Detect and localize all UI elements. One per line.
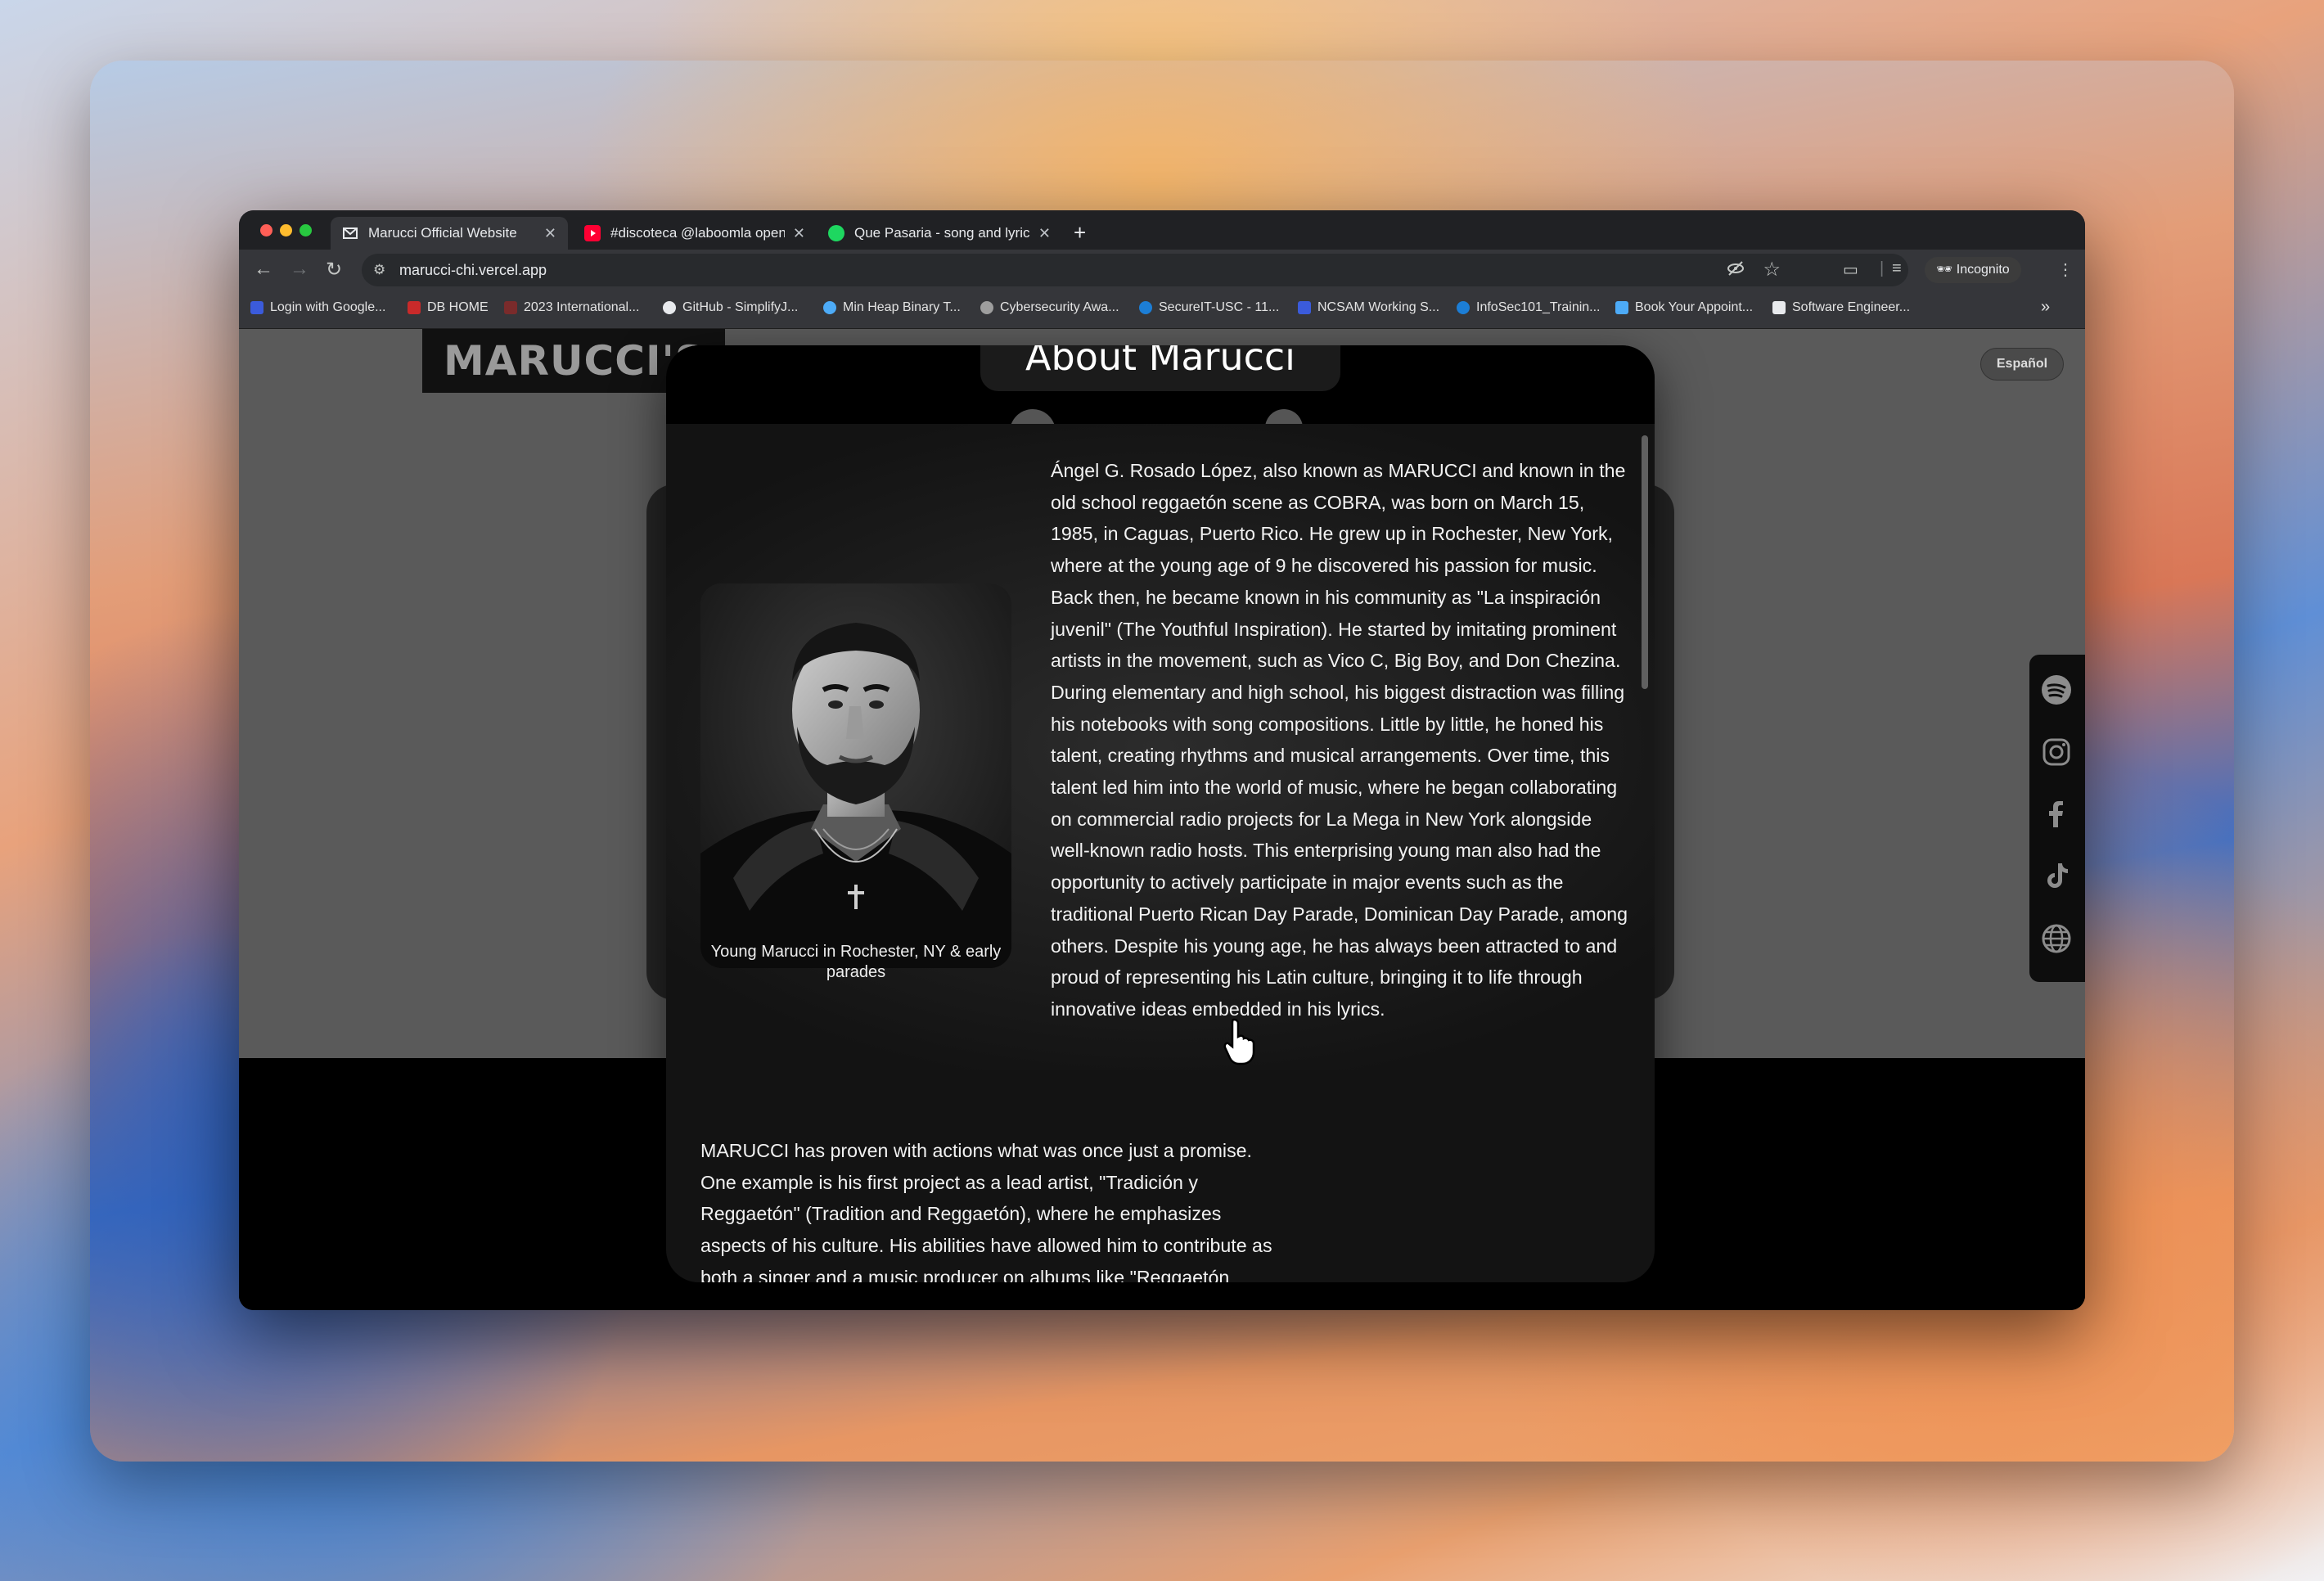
bio-paragraph-1: Ángel G. Rosado López, also known as MAR… bbox=[1051, 460, 1628, 1020]
bookmark-label: Login with Google... bbox=[270, 300, 386, 314]
bookmark-label: GitHub - SimplifyJ... bbox=[682, 300, 799, 314]
social-sidebar bbox=[2029, 655, 2085, 982]
hand-cursor-icon bbox=[1223, 1018, 1255, 1065]
close-window-button[interactable] bbox=[260, 224, 272, 236]
bookmark-favicon bbox=[408, 301, 421, 314]
bookmark-star-icon[interactable]: ☆ bbox=[1763, 258, 1781, 282]
new-tab-button[interactable]: + bbox=[1074, 220, 1086, 245]
more-bookmarks-button[interactable]: » bbox=[2041, 298, 2050, 317]
bookmarks-bar: Login with Google... DB HOME 2023 Intern… bbox=[239, 291, 2085, 329]
bookmark-favicon bbox=[980, 301, 993, 314]
bookmark-item[interactable]: GitHub - SimplifyJ... bbox=[663, 300, 798, 315]
browser-window: Marucci Official Website ✕ #discoteca @l… bbox=[239, 210, 2085, 1310]
bookmark-item[interactable]: DB HOME bbox=[408, 300, 489, 315]
tab-title: Marucci Official Website bbox=[368, 225, 517, 241]
bookmark-label: SecureIT-USC - 11... bbox=[1159, 300, 1280, 314]
artist-photo bbox=[700, 583, 1011, 968]
tiktok-icon[interactable] bbox=[2038, 858, 2075, 895]
close-tab-icon[interactable]: ✕ bbox=[544, 225, 556, 242]
toolbar: ← → ↻ ⚙ marucci-chi.vercel.app ☆ ▭ | ≡ 🕶… bbox=[239, 250, 2085, 291]
bookmark-item[interactable]: Software Engineer... bbox=[1772, 300, 1910, 315]
menu-icon[interactable]: ⋮ bbox=[2057, 259, 2074, 280]
incognito-badge[interactable]: 🕶 Incognito bbox=[1925, 257, 2021, 283]
tab-title: Que Pasaria - song and lyrics bbox=[854, 225, 1030, 241]
tab-discoteca[interactable]: #discoteca @laboomla openi ✕ bbox=[573, 217, 817, 250]
bookmark-item[interactable]: Min Heap Binary T... bbox=[823, 300, 961, 315]
bookmark-item[interactable]: SecureIT-USC - 11... bbox=[1139, 300, 1279, 315]
bio-section: Young Marucci in Rochester, NY & early p… bbox=[666, 424, 1655, 1070]
instagram-icon[interactable] bbox=[2038, 733, 2075, 771]
modal-title: About Marucci bbox=[980, 345, 1340, 391]
incognito-label: Incognito bbox=[1956, 263, 2010, 277]
bookmark-item[interactable]: Login with Google... bbox=[250, 300, 385, 315]
about-modal: About Marucci Young Marucci in Rochester… bbox=[666, 345, 1655, 1282]
close-tab-icon[interactable]: ✕ bbox=[1038, 225, 1051, 242]
youtube-icon bbox=[584, 225, 601, 241]
bookmark-item[interactable]: 2023 International... bbox=[504, 300, 639, 315]
url-text: marucci-chi.vercel.app bbox=[399, 262, 547, 278]
bookmark-item[interactable]: NCSAM Working S... bbox=[1298, 300, 1439, 315]
bookmark-label: NCSAM Working S... bbox=[1317, 300, 1440, 314]
photo-caption: Young Marucci in Rochester, NY & early p… bbox=[710, 943, 1002, 981]
modal-scrollbar[interactable] bbox=[1642, 435, 1648, 689]
close-tab-icon[interactable]: ✕ bbox=[793, 225, 805, 242]
tab-que-pasaria[interactable]: Que Pasaria - song and lyrics ✕ bbox=[817, 217, 1062, 250]
bookmark-favicon bbox=[1298, 301, 1311, 314]
spotify-icon[interactable] bbox=[2038, 671, 2075, 709]
bookmark-favicon bbox=[250, 301, 263, 314]
language-toggle-button[interactable]: Español bbox=[1980, 348, 2064, 381]
reading-list-icon[interactable]: ≡ bbox=[1892, 259, 1902, 278]
bookmark-label: DB HOME bbox=[427, 300, 489, 314]
tab-marucci[interactable]: Marucci Official Website ✕ bbox=[331, 217, 568, 250]
tab-title: #discoteca @laboomla openi bbox=[610, 225, 785, 241]
forward-icon[interactable]: → bbox=[290, 258, 309, 281]
globe-icon[interactable] bbox=[2038, 920, 2075, 957]
spotify-icon bbox=[828, 225, 844, 241]
bookmark-label: Cybersecurity Awa... bbox=[1000, 300, 1119, 314]
bookmark-label: Min Heap Binary T... bbox=[843, 300, 961, 314]
bookmark-favicon bbox=[504, 301, 517, 314]
cast-icon[interactable]: ▭ bbox=[1843, 259, 1858, 280]
bookmark-favicon bbox=[823, 301, 836, 314]
bookmark-label: InfoSec101_Trainin... bbox=[1476, 300, 1601, 314]
back-icon[interactable]: ← bbox=[254, 258, 273, 281]
bookmark-favicon bbox=[1139, 301, 1152, 314]
reload-icon[interactable]: ↻ bbox=[326, 258, 342, 282]
bookmark-item[interactable]: Book Your Appoint... bbox=[1615, 300, 1753, 315]
bookmark-favicon bbox=[1772, 301, 1786, 314]
facebook-icon[interactable] bbox=[2038, 795, 2075, 833]
minimize-window-button[interactable] bbox=[280, 224, 292, 236]
tab-bar: Marucci Official Website ✕ #discoteca @l… bbox=[239, 210, 2085, 250]
gmail-icon bbox=[342, 225, 358, 241]
bookmark-label: 2023 International... bbox=[524, 300, 640, 314]
github-icon bbox=[663, 301, 676, 314]
incognito-icon: 🕶 bbox=[1936, 263, 1957, 277]
page-viewport: MARUCCI'S STORY Español About Marucci bbox=[239, 329, 2085, 1310]
eye-off-icon[interactable] bbox=[1727, 259, 1745, 282]
bookmark-favicon bbox=[1457, 301, 1470, 314]
maximize-window-button[interactable] bbox=[300, 224, 312, 236]
bio-paragraph-2: MARUCCI has proven with actions what was… bbox=[700, 1140, 1272, 1282]
bookmark-label: Book Your Appoint... bbox=[1635, 300, 1754, 314]
bookmark-label: Software Engineer... bbox=[1792, 300, 1911, 314]
address-bar[interactable]: ⚙ marucci-chi.vercel.app ☆ bbox=[362, 254, 1908, 286]
bookmark-favicon bbox=[1615, 301, 1628, 314]
toolbar-divider: | bbox=[1880, 259, 1885, 277]
site-info-icon[interactable]: ⚙ bbox=[373, 262, 385, 278]
bookmark-item[interactable]: Cybersecurity Awa... bbox=[980, 300, 1119, 315]
bookmark-item[interactable]: InfoSec101_Trainin... bbox=[1457, 300, 1601, 315]
